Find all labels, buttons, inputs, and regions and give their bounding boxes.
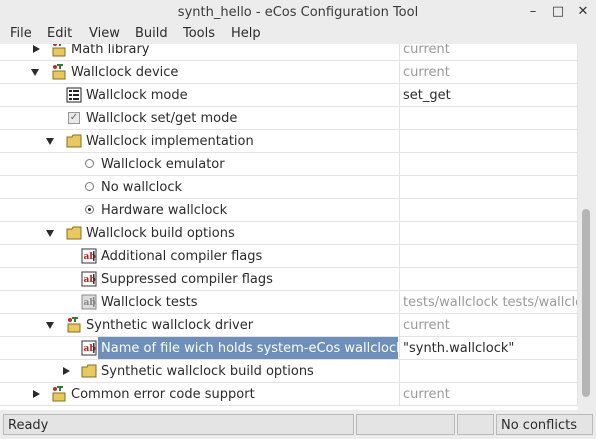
tree-row[interactable]: Synthetic wallclock driver current (0, 314, 578, 337)
row-label: Math library (71, 44, 150, 57)
collapse-arrow-icon[interactable] (46, 230, 54, 237)
status-ready-text: Ready (8, 418, 49, 433)
folder-icon (66, 226, 82, 240)
tree-row[interactable]: Common error code support current (0, 383, 578, 406)
tree-row[interactable]: Math library current (0, 44, 578, 61)
status-bar: Ready No conflicts (0, 410, 596, 439)
package-icon (52, 386, 66, 402)
string-option-disabled-icon: ab (81, 294, 97, 310)
enum-list-icon (66, 87, 82, 103)
menu-view[interactable]: View (89, 26, 120, 41)
collapse-arrow-icon[interactable] (46, 322, 54, 329)
tree-row-selected[interactable]: ab Name of file wich holds system-eCos w… (0, 337, 578, 360)
tree-row[interactable]: Wallclock build options (0, 222, 578, 245)
package-icon (52, 44, 66, 57)
expand-arrow-icon[interactable] (33, 390, 40, 398)
tree-row[interactable]: Hardware wallclock (0, 199, 578, 222)
row-value: current (403, 44, 450, 57)
row-label: Hardware wallclock (101, 203, 228, 218)
window-title: synth_hello - eCos Configuration Tool (177, 5, 419, 20)
close-icon[interactable]: ✕ (574, 3, 592, 21)
row-label: Suppressed compiler flags (101, 272, 273, 287)
row-label: Additional compiler flags (101, 249, 263, 264)
tree-row[interactable]: ab Suppressed compiler flags (0, 268, 578, 291)
menu-tools[interactable]: Tools (183, 26, 215, 41)
row-value: current (403, 387, 450, 402)
row-value[interactable]: "synth.wallclock" (403, 341, 514, 356)
scrollbar-thumb[interactable] (582, 209, 590, 397)
row-label: Wallclock device (71, 65, 179, 80)
row-label: Wallclock mode (86, 88, 188, 103)
row-label: Synthetic wallclock build options (101, 364, 314, 379)
row-value: current (403, 318, 450, 333)
tree-row[interactable]: No wallclock (0, 176, 578, 199)
row-label: No wallclock (101, 180, 183, 195)
row-value: current (403, 65, 450, 80)
string-option-icon: ab (81, 271, 97, 287)
row-label: Wallclock set/get mode (86, 111, 238, 126)
row-label: Wallclock implementation (86, 134, 254, 149)
tree-row[interactable]: Wallclock mode set_get (0, 84, 578, 107)
folder-icon (81, 364, 97, 378)
menu-file[interactable]: File (10, 26, 32, 41)
selection-highlight[interactable]: Name of file wich holds system-eCos wall… (98, 337, 431, 359)
tree-row[interactable]: Synthetic wallclock build options (0, 360, 578, 383)
radio-unselected-icon[interactable] (85, 182, 94, 191)
row-label: Wallclock emulator (101, 157, 225, 172)
tree-row[interactable]: ab Wallclock tests tests/wallclock tests… (0, 291, 578, 314)
row-label: Name of file wich holds system-eCos wall… (101, 341, 432, 356)
package-icon (52, 64, 66, 80)
tree-row[interactable]: ✓ Wallclock set/get mode (0, 107, 578, 130)
row-label: Common error code support (71, 387, 255, 402)
menu-edit[interactable]: Edit (47, 26, 72, 41)
maximize-icon[interactable]: □ (549, 3, 567, 21)
row-value[interactable]: set_get (403, 88, 451, 103)
configuration-tree: Math library current Wallclock device cu… (0, 44, 596, 410)
collapse-arrow-icon[interactable] (31, 69, 39, 76)
vertical-scrollbar[interactable] (578, 44, 596, 410)
status-message: Ready (3, 414, 354, 435)
tree-row[interactable]: Wallclock device current (0, 61, 578, 84)
conflicts-text: No conflicts (501, 418, 577, 433)
string-option-icon: ab (81, 340, 97, 356)
row-label: Wallclock build options (86, 226, 235, 241)
row-label: Synthetic wallclock driver (86, 318, 254, 333)
row-label: Wallclock tests (101, 295, 198, 310)
tree-row[interactable]: Wallclock emulator (0, 153, 578, 176)
string-option-icon: ab (81, 248, 97, 264)
folder-icon (66, 134, 82, 148)
minimize-icon[interactable]: – (524, 3, 542, 21)
package-icon (67, 317, 81, 333)
menu-help[interactable]: Help (231, 26, 261, 41)
tree-row[interactable]: ab Additional compiler flags (0, 245, 578, 268)
conflicts-status[interactable]: No conflicts (496, 414, 593, 435)
row-value: tests/wallclock tests/wallclock (403, 295, 577, 310)
expand-arrow-icon[interactable] (33, 45, 40, 53)
status-empty-cell (356, 414, 455, 435)
radio-unselected-icon[interactable] (85, 159, 94, 168)
radio-selected-icon[interactable] (85, 205, 94, 214)
tree-row[interactable]: Wallclock implementation (0, 130, 578, 153)
status-empty-cell (457, 414, 494, 435)
collapse-arrow-icon[interactable] (46, 138, 54, 145)
menu-bar: File Edit View Build Tools Help (0, 24, 596, 44)
expand-arrow-icon[interactable] (63, 367, 70, 375)
checkbox-checked-icon[interactable]: ✓ (68, 112, 80, 124)
title-bar: synth_hello - eCos Configuration Tool – … (0, 0, 596, 24)
menu-build[interactable]: Build (135, 26, 168, 41)
